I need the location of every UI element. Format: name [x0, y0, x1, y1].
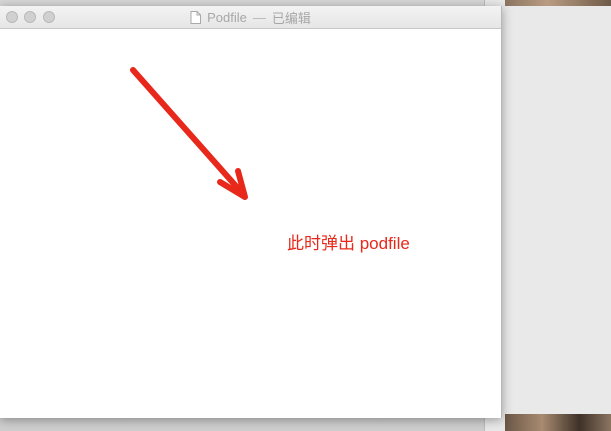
editor-window: Podfile — 已编辑 此时弹出 podfile	[0, 6, 502, 418]
window-title: Podfile — 已编辑	[0, 6, 501, 28]
window-title-filename: Podfile	[207, 9, 247, 25]
document-content-area[interactable]: 此时弹出 podfile	[0, 29, 501, 418]
background-window	[484, 0, 611, 431]
window-title-separator: —	[252, 9, 266, 25]
arrow-icon	[130, 67, 248, 200]
background-photo-bottom	[505, 414, 611, 431]
window-title-status: 已编辑	[271, 10, 311, 26]
annotation-text: 此时弹出 podfile	[287, 234, 410, 253]
title-bar[interactable]: Podfile — 已编辑	[0, 6, 501, 29]
document-icon	[190, 10, 202, 24]
background-photo-top	[505, 0, 611, 6]
